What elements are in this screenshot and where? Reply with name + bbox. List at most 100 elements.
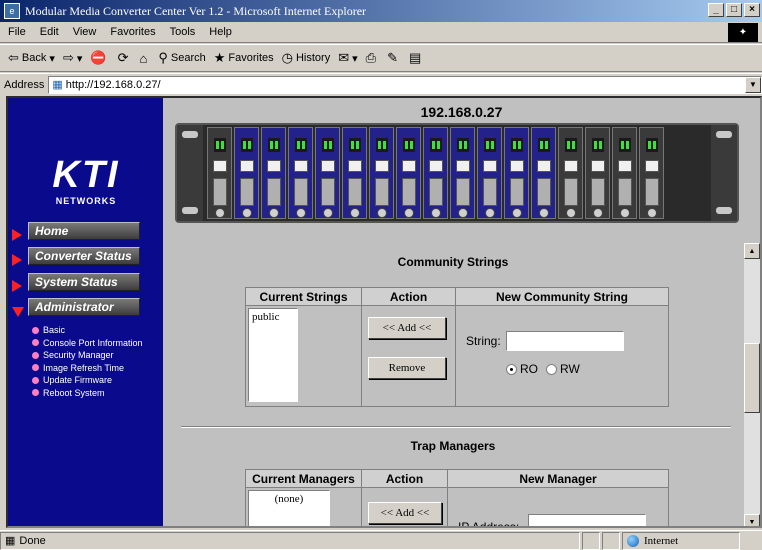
add-manager-button[interactable]: << Add <<: [368, 502, 442, 524]
security-zone: Internet: [622, 531, 740, 550]
converter-card[interactable]: [531, 127, 556, 219]
community-strings-title: Community Strings: [397, 255, 509, 269]
menu-help[interactable]: Help: [209, 26, 232, 38]
refresh-button[interactable]: ⟳: [118, 50, 132, 66]
nav-item-administrator[interactable]: Administrator: [12, 296, 162, 318]
led-icon: [565, 138, 577, 152]
scroll-thumb[interactable]: [744, 343, 760, 413]
home-button[interactable]: ⌂: [139, 51, 150, 66]
edit-button[interactable]: ✎: [387, 50, 401, 66]
scroll-up-icon[interactable]: ▲: [744, 243, 760, 259]
management-card[interactable]: [207, 127, 232, 219]
converter-card[interactable]: [612, 127, 637, 219]
favorites-button[interactable]: ★ Favorites: [214, 50, 274, 66]
menu-tools[interactable]: Tools: [170, 26, 196, 38]
menu-view[interactable]: View: [73, 26, 97, 38]
converter-card[interactable]: [342, 127, 367, 219]
converter-card[interactable]: [504, 127, 529, 219]
thumbscrew-icon: [512, 208, 522, 218]
mail-button[interactable]: ✉ ▾: [338, 50, 357, 66]
submenu-console-port[interactable]: Console Port Information: [32, 337, 143, 350]
history-icon: ◷: [281, 50, 293, 65]
nav-item-converter-status[interactable]: Converter Status: [12, 245, 162, 267]
converter-card[interactable]: [288, 127, 313, 219]
rw-radio[interactable]: [546, 363, 557, 375]
search-button[interactable]: ⚲ Search: [158, 50, 205, 66]
nav-item-home[interactable]: Home: [12, 220, 162, 242]
address-bar: Address ▦ http://192.168.0.27/ ▼: [0, 73, 762, 95]
discuss-button[interactable]: ▤: [409, 50, 424, 66]
submenu-reboot-system[interactable]: Reboot System: [32, 387, 143, 400]
converter-card[interactable]: [261, 127, 286, 219]
led-icon: [592, 138, 604, 152]
submenu-update-firmware[interactable]: Update Firmware: [32, 374, 143, 387]
converter-card[interactable]: [639, 127, 664, 219]
col-action: Action: [362, 288, 456, 306]
fiber-port-icon: [348, 178, 362, 206]
ip-address-input[interactable]: [528, 514, 646, 526]
menu-edit[interactable]: Edit: [40, 26, 59, 38]
converter-card[interactable]: [450, 127, 475, 219]
trap-action-cell: << Add <<: [362, 488, 448, 526]
vertical-scrollbar[interactable]: ▲ ▼: [744, 243, 760, 526]
back-arrow-icon: ⇦: [8, 50, 19, 65]
ethernet-port-icon: [645, 160, 659, 172]
ro-radio[interactable]: [506, 363, 517, 375]
fiber-port-icon: [618, 178, 632, 206]
list-item[interactable]: public: [252, 311, 294, 323]
current-managers-cell: (none): [246, 488, 362, 526]
converter-card[interactable]: [396, 127, 421, 219]
led-icon: [619, 138, 631, 152]
maximize-button[interactable]: □: [726, 3, 742, 17]
converter-card[interactable]: [315, 127, 340, 219]
forward-button[interactable]: ⇨ ▾: [63, 50, 82, 66]
edit-icon: ✎: [387, 50, 398, 65]
address-input[interactable]: ▦ http://192.168.0.27/ ▼: [48, 75, 762, 94]
windows-logo-icon: ✦: [728, 23, 758, 42]
menu-favorites[interactable]: Favorites: [110, 26, 155, 38]
address-dropdown-button[interactable]: ▼: [745, 76, 761, 93]
history-button[interactable]: ◷ History: [282, 50, 331, 66]
search-icon: ⚲: [158, 50, 168, 65]
new-manager-cell: IP Address:: [448, 488, 668, 526]
fiber-port-icon: [294, 178, 308, 206]
scroll-down-icon[interactable]: ▼: [744, 514, 760, 526]
converter-card[interactable]: [369, 127, 394, 219]
page-done-icon: ▦: [5, 535, 16, 547]
mail-icon: ✉: [338, 50, 350, 65]
stop-button[interactable]: ⛔: [90, 50, 109, 66]
submenu-basic[interactable]: Basic: [32, 324, 143, 337]
ethernet-port-icon: [213, 160, 227, 172]
logo-main: KTI: [52, 154, 120, 196]
converter-card[interactable]: [585, 127, 610, 219]
col-new-manager: New Manager: [448, 470, 668, 488]
string-input[interactable]: [506, 331, 624, 351]
converter-card[interactable]: [423, 127, 448, 219]
converter-card[interactable]: [234, 127, 259, 219]
remove-string-button[interactable]: Remove: [368, 357, 446, 379]
current-managers-list[interactable]: (none): [248, 490, 330, 526]
list-item[interactable]: (none): [252, 493, 326, 505]
nav-item-system-status[interactable]: System Status: [12, 271, 162, 293]
close-button[interactable]: ×: [744, 3, 760, 17]
converter-card[interactable]: [477, 127, 502, 219]
admin-form-area[interactable]: Community Strings Current Strings Action…: [163, 243, 760, 526]
submenu-label: Security Manager: [43, 350, 114, 361]
minimize-button[interactable]: _: [708, 3, 724, 17]
thumbscrew-icon: [620, 208, 630, 218]
device-ip-title: 192.168.0.27: [420, 104, 503, 120]
sidebar: KTI NETWORKS Home Converter Status Syste…: [8, 98, 163, 526]
add-string-button[interactable]: << Add <<: [368, 317, 446, 339]
back-button[interactable]: ⇦ Back ▾: [8, 50, 55, 66]
col-action: Action: [362, 470, 448, 488]
converter-card[interactable]: [558, 127, 583, 219]
menu-file[interactable]: File: [8, 26, 26, 38]
submenu-security-manager[interactable]: Security Manager: [32, 349, 143, 362]
print-button[interactable]: ⎙: [366, 50, 379, 66]
status-text: Done: [19, 534, 46, 547]
thumbscrew-icon: [539, 208, 549, 218]
current-strings-list[interactable]: public: [248, 308, 298, 402]
fiber-port-icon: [456, 178, 470, 206]
col-current-managers: Current Managers: [246, 470, 362, 488]
submenu-image-refresh[interactable]: Image Refresh Time: [32, 362, 143, 375]
